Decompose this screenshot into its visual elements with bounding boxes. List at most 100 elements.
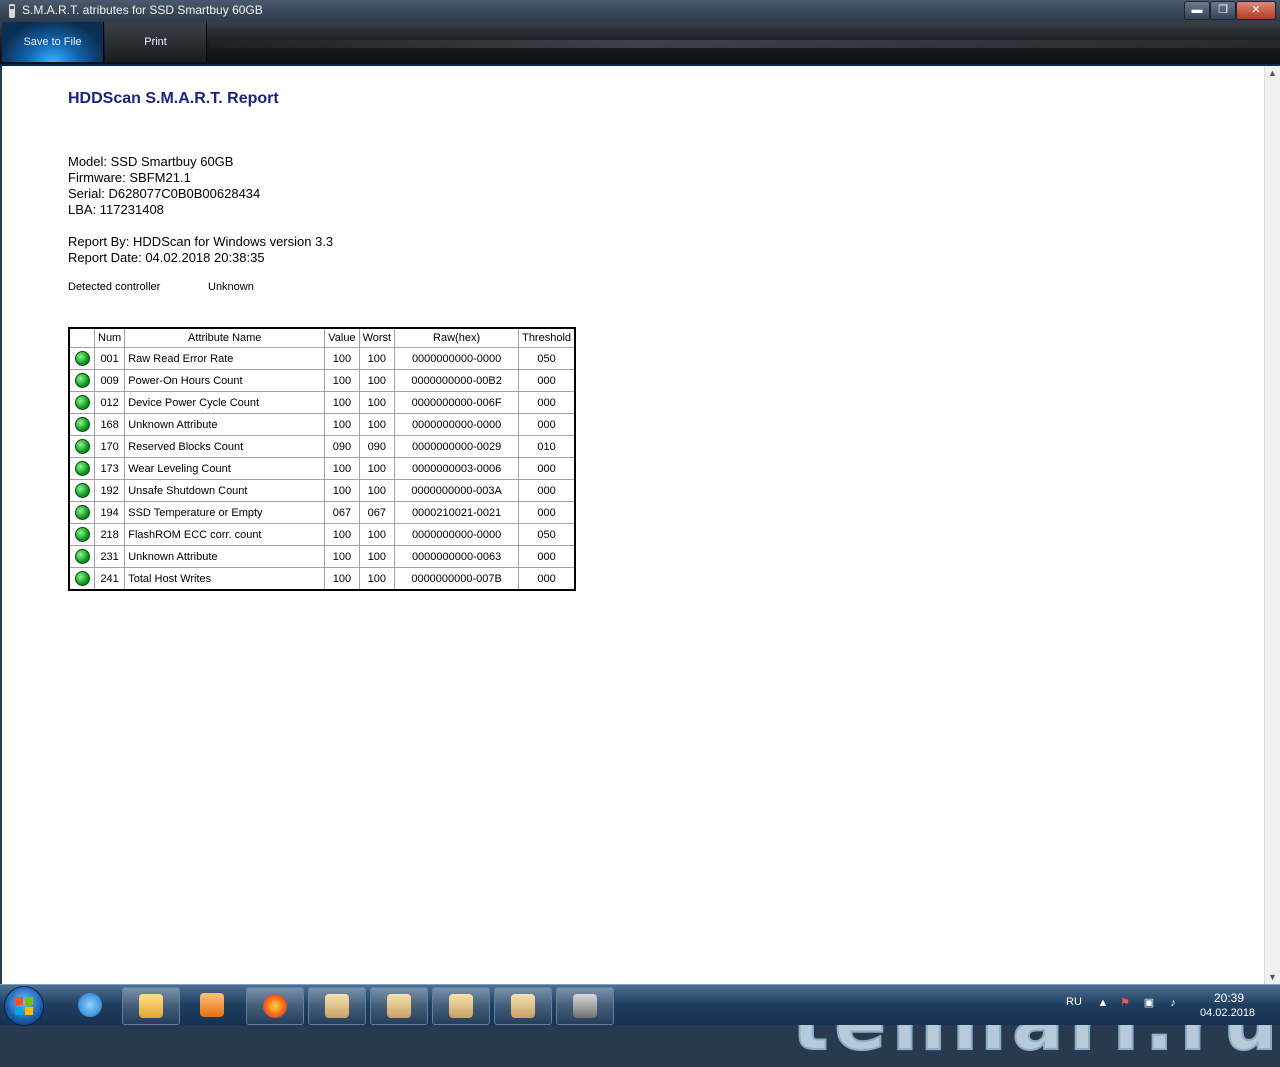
minimize-button[interactable]: ▬: [1184, 1, 1210, 20]
num-cell: 168: [93, 413, 126, 436]
maximize-button[interactable]: ❐: [1210, 1, 1236, 20]
windows-logo-icon: [15, 997, 33, 1015]
raw-cell: 0000000000-0000: [394, 347, 520, 370]
taskbar-file-explorer[interactable]: [122, 987, 180, 1025]
value-cell: 100: [324, 413, 360, 436]
attribute-name-cell: Raw Read Error Rate: [124, 347, 326, 370]
header-value: Value: [324, 327, 360, 348]
serial-line: Serial: D628077C0B0B00628434: [68, 186, 261, 201]
status-ok-icon: [74, 571, 90, 586]
report-by-line: Report By: HDDScan for Windows version 3…: [68, 234, 334, 249]
header-attribute-name: Attribute Name: [124, 327, 326, 348]
taskbar-app-2[interactable]: [370, 987, 428, 1025]
attribute-name-cell: Unsafe Shutdown Count: [124, 479, 326, 502]
start-button[interactable]: [4, 986, 44, 1026]
value-cell: 100: [324, 347, 360, 370]
raw-cell: 0000000000-0063: [394, 545, 520, 568]
network-icon[interactable]: ▣: [1142, 996, 1156, 1010]
threshold-cell: 000: [518, 369, 576, 392]
status-cell: [68, 457, 95, 480]
folder-icon: [139, 994, 163, 1018]
language-indicator[interactable]: RU: [1066, 996, 1082, 1008]
scroll-up-icon[interactable]: ▲: [1268, 68, 1277, 78]
toolbar: Save to File Print: [0, 22, 1280, 66]
taskbar-hddscan[interactable]: [556, 987, 614, 1025]
app-icon: [9, 4, 15, 18]
status-cell: [68, 545, 95, 568]
clock-date[interactable]: 04.02.2018: [1200, 1007, 1255, 1019]
taskbar-firefox[interactable]: [246, 987, 304, 1025]
taskbar-media-player[interactable]: [184, 987, 240, 1023]
taskbar-internet-explorer[interactable]: [62, 987, 118, 1023]
taskbar-app-1[interactable]: [308, 987, 366, 1025]
print-button[interactable]: Print: [105, 22, 207, 62]
num-cell: 218: [93, 523, 126, 546]
num-cell: 001: [93, 347, 126, 370]
status-cell: [68, 369, 95, 392]
threshold-cell: 000: [518, 545, 576, 568]
raw-cell: 0000000000-007B: [394, 567, 520, 591]
status-cell: [68, 347, 95, 370]
status-ok-icon: [74, 527, 90, 542]
threshold-cell: 000: [518, 457, 576, 480]
worst-cell: 100: [358, 523, 396, 546]
value-cell: 090: [324, 435, 360, 458]
table-row: 168 Unknown Attribute 100 100 0000000000-000…: [68, 413, 576, 436]
vertical-scrollbar[interactable]: ▲ ▼: [1264, 66, 1280, 984]
worst-cell: 100: [358, 479, 396, 502]
status-ok-icon: [74, 483, 90, 498]
table-row: 173 Wear Leveling Count 100 100 0000000003-0…: [68, 457, 576, 480]
clock-time[interactable]: 20:39: [1214, 991, 1244, 1005]
raw-cell: 0000000003-0006: [394, 457, 520, 480]
value-cell: 100: [324, 567, 360, 591]
threshold-cell: 010: [518, 435, 576, 458]
hard-drive-icon: [573, 994, 597, 1018]
status-cell: [68, 567, 95, 591]
status-ok-icon: [74, 395, 90, 410]
action-center-icon[interactable]: ⚑: [1118, 996, 1132, 1010]
num-cell: 192: [93, 479, 126, 502]
attribute-name-cell: Wear Leveling Count: [124, 457, 326, 480]
threshold-cell: 000: [518, 567, 576, 591]
scroll-down-icon[interactable]: ▼: [1268, 972, 1277, 982]
status-ok-icon: [74, 373, 90, 388]
header-status: [68, 327, 95, 348]
firmware-line: Firmware: SBFM21.1: [68, 170, 191, 185]
threshold-cell: 050: [518, 523, 576, 546]
taskbar-app-3[interactable]: [432, 987, 490, 1025]
value-cell: 100: [324, 391, 360, 414]
header-worst: Worst: [358, 327, 396, 348]
attribute-name-cell: Reserved Blocks Count: [124, 435, 326, 458]
status-ok-icon: [74, 351, 90, 366]
header-threshold: Threshold: [518, 327, 576, 348]
report-date-line: Report Date: 04.02.2018 20:38:35: [68, 250, 265, 265]
attribute-name-cell: Total Host Writes: [124, 567, 326, 591]
status-cell: [68, 413, 95, 436]
attribute-name-cell: Power-On Hours Count: [124, 369, 326, 392]
controller-label: Detected controller: [68, 281, 161, 293]
model-line: Model: SSD Smartbuy 60GB: [68, 154, 234, 169]
volume-icon[interactable]: ♪: [1166, 996, 1180, 1010]
raw-cell: 0000000000-006F: [394, 391, 520, 414]
table-header-row: Num Attribute Name Value Worst Raw(hex) …: [68, 327, 576, 348]
status-ok-icon: [74, 505, 90, 520]
table-row: 218 FlashROM ECC corr. count 100 100 0000000…: [68, 523, 576, 546]
value-cell: 100: [324, 479, 360, 502]
value-cell: 100: [324, 369, 360, 392]
threshold-cell: 050: [518, 347, 576, 370]
table-row: 192 Unsafe Shutdown Count 100 100 0000000000…: [68, 479, 576, 502]
worst-cell: 100: [358, 545, 396, 568]
worst-cell: 100: [358, 567, 396, 591]
show-hidden-icons-icon[interactable]: ▲: [1096, 996, 1110, 1010]
close-button[interactable]: ✕: [1236, 1, 1276, 20]
threshold-cell: 000: [518, 479, 576, 502]
worst-cell: 100: [358, 457, 396, 480]
worst-cell: 067: [358, 501, 396, 524]
attribute-name-cell: FlashROM ECC corr. count: [124, 523, 326, 546]
internet-explorer-icon: [78, 993, 102, 1017]
lba-line: LBA: 117231408: [68, 202, 164, 217]
status-cell: [68, 479, 95, 502]
worst-cell: 100: [358, 369, 396, 392]
taskbar-app-4[interactable]: [494, 987, 552, 1025]
save-to-file-button[interactable]: Save to File: [2, 22, 104, 62]
